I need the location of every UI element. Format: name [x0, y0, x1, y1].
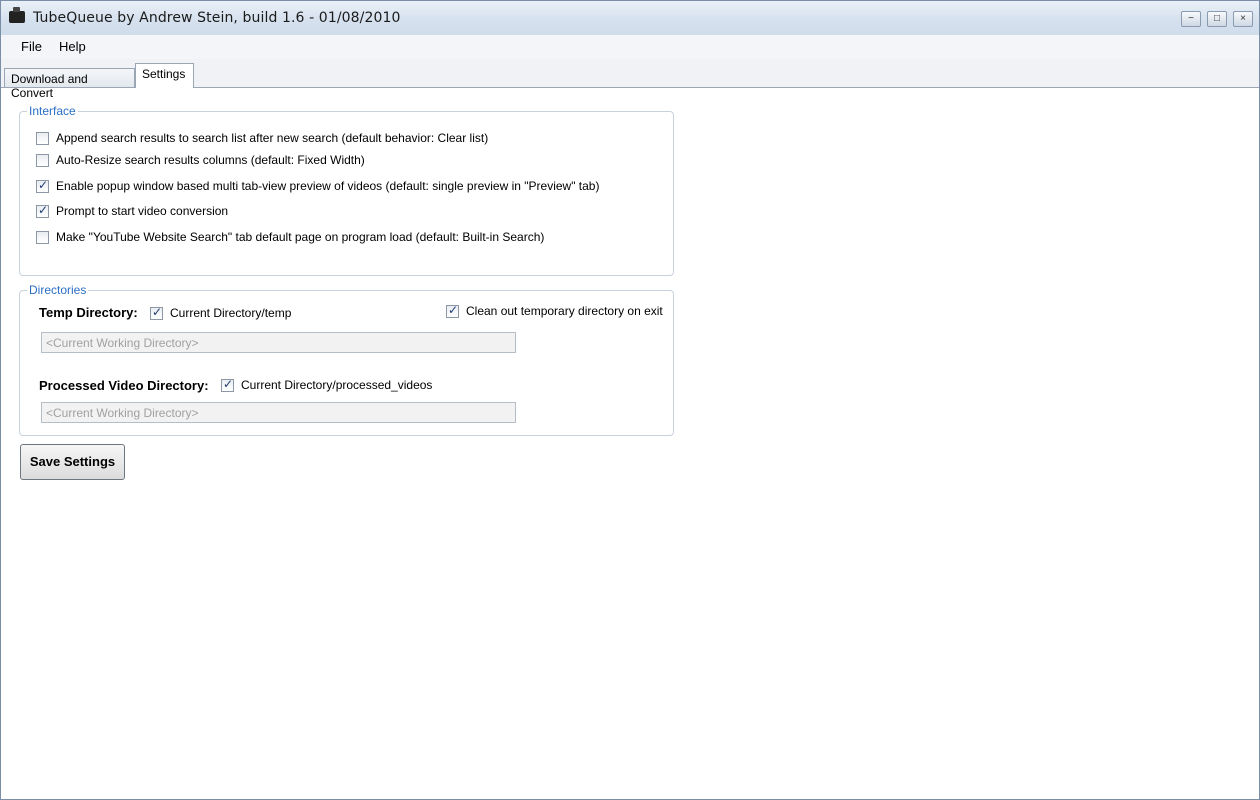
temp-directory-field[interactable]: <Current Working Directory>: [41, 332, 516, 353]
processed-directory-label: Processed Video Directory:: [39, 378, 209, 393]
app-camera-icon: [9, 7, 25, 23]
window-title: TubeQueue by Andrew Stein, build 1.6 - 0…: [33, 10, 401, 26]
temp-current-directory-label: Current Directory/temp: [170, 306, 292, 320]
close-button[interactable]: ×: [1233, 11, 1253, 27]
processed-directory-field[interactable]: <Current Working Directory>: [41, 402, 516, 423]
append-results-label: Append search results to search list aft…: [56, 131, 489, 145]
auto-resize-checkbox[interactable]: [36, 154, 49, 167]
interface-legend: Interface: [27, 104, 78, 118]
processed-current-directory-checkbox[interactable]: [221, 377, 234, 392]
tab-strip: Download and Convert Settings: [1, 59, 1259, 100]
title-bar: TubeQueue by Andrew Stein, build 1.6 - 0…: [1, 1, 1259, 36]
save-settings-button[interactable]: Save Settings: [20, 444, 125, 480]
temp-current-directory-checkbox[interactable]: [150, 305, 163, 320]
maximize-button[interactable]: □: [1207, 11, 1227, 27]
popup-preview-label: Enable popup window based multi tab-view…: [56, 179, 600, 193]
youtube-default-checkbox[interactable]: [36, 231, 49, 244]
auto-resize-label: Auto-Resize search results columns (defa…: [56, 153, 365, 167]
menu-file[interactable]: File: [21, 39, 42, 54]
prompt-conversion-checkbox[interactable]: [36, 203, 49, 218]
clean-temp-label: Clean out temporary directory on exit: [466, 304, 663, 318]
tab-download-and-convert[interactable]: Download and Convert: [4, 68, 135, 100]
minimize-button[interactable]: −: [1181, 11, 1201, 27]
tab-settings[interactable]: Settings: [135, 63, 194, 88]
app-window: TubeQueue by Andrew Stein, build 1.6 - 0…: [0, 0, 1260, 800]
processed-current-directory-label: Current Directory/processed_videos: [241, 378, 433, 392]
popup-preview-checkbox[interactable]: [36, 178, 49, 193]
append-results-checkbox[interactable]: [36, 132, 49, 145]
youtube-default-label: Make "YouTube Website Search" tab defaul…: [56, 230, 545, 244]
menu-bar: File Help: [1, 35, 1259, 59]
directories-legend: Directories: [27, 283, 89, 297]
prompt-conversion-label: Prompt to start video conversion: [56, 204, 229, 218]
menu-help[interactable]: Help: [59, 39, 86, 54]
clean-temp-checkbox[interactable]: [446, 303, 459, 318]
temp-directory-label: Temp Directory:: [39, 305, 138, 320]
